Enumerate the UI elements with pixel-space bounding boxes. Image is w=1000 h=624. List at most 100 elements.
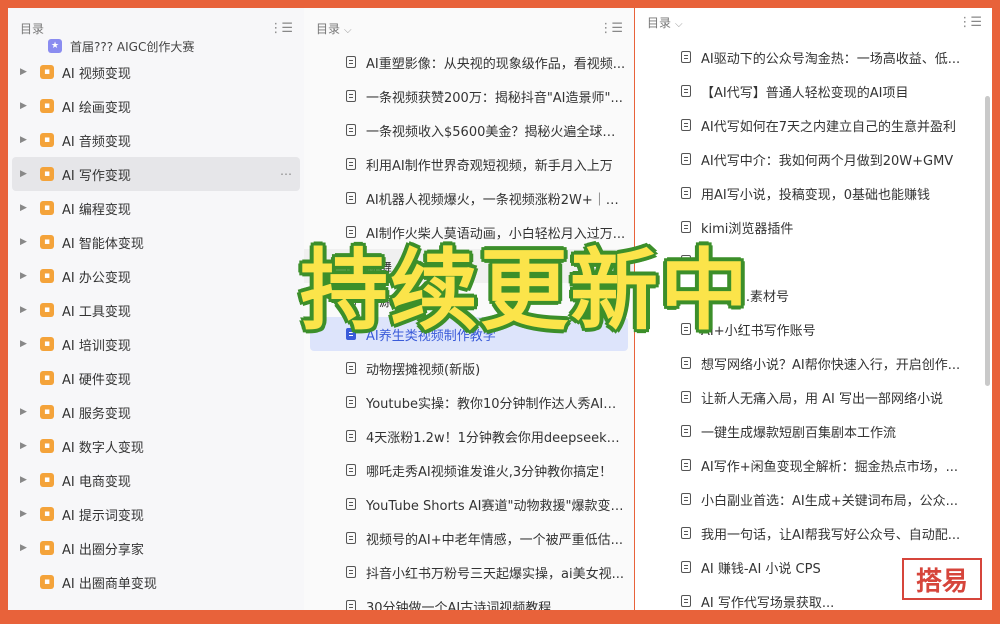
document-icon	[681, 119, 691, 131]
document-item[interactable]: AI写作+闲鱼变现全解析：掘金热点市场，...	[635, 448, 992, 482]
document-icon	[346, 464, 356, 476]
category-item-label: AI 电商变现	[62, 474, 131, 490]
category-item[interactable]: ▶ ▪ AI 工具变现	[8, 293, 304, 327]
expand-caret-icon[interactable]: ▶	[20, 475, 34, 485]
document-icon	[346, 498, 356, 510]
document-icon	[346, 158, 356, 170]
category-icon: ▪	[40, 133, 54, 147]
category-item[interactable]: ▶ ▪ AI 智能体变现	[8, 225, 304, 259]
list-toggle-icon[interactable]: ⋮☰	[269, 21, 293, 36]
document-icon	[681, 527, 691, 539]
document-pane-header: 目录 ⌵ ⋮☰	[304, 8, 634, 48]
document-item[interactable]: 哪吒走秀AI视频谁发谁火,3分钟教你搞定！	[304, 453, 634, 487]
category-list: ★ 首届??? AIGC创作大赛 ▶ ▪ AI 视频变现 ▶ ▪ AI 绘画变现 ▶ ▪ AI …	[8, 39, 304, 599]
category-item[interactable]: ▪ AI 硬件变现	[8, 361, 304, 395]
category-item[interactable]: ▶ ▪ AI 编程变现	[8, 191, 304, 225]
document-icon	[346, 566, 356, 578]
document-item-label: AI 赚钱-AI 小说 CPS	[701, 561, 821, 577]
category-item[interactable]: ▶ ▪ AI 办公变现	[8, 259, 304, 293]
document-item-label: 小白副业首选：AI生成+关键词布局，公众...	[701, 493, 959, 509]
document-item-label: AI代写如何在7天之内建立自己的生意并盈利	[701, 119, 956, 135]
document-item[interactable]: 4天涨粉1.2w！1分钟教会你用deepseek制...	[304, 419, 634, 453]
more-options-icon[interactable]: ⋯	[280, 167, 292, 181]
document-icon	[681, 51, 691, 63]
document-item[interactable]: 一键生成爆款短剧百集剧本工作流	[635, 414, 992, 448]
category-item-label: AI 数字人变现	[62, 440, 144, 456]
expand-caret-icon[interactable]: ▶	[20, 305, 34, 315]
category-item-label: AI 出圈分享家	[62, 542, 144, 558]
category-item[interactable]: ▶ ▪ AI 绘画变现	[8, 89, 304, 123]
document-item[interactable]: 一条视频获赞200万：揭秘抖音"AI造景师"...	[304, 79, 634, 113]
list-toggle-icon[interactable]: ⋮☰	[958, 15, 982, 30]
document-item-label: 动物摆摊视频(新版)	[366, 362, 481, 378]
document-item[interactable]: 动物摆摊视频(新版)	[304, 351, 634, 385]
document-item[interactable]: 我用一句话，让AI帮我写好公众号、自动配...	[635, 516, 992, 550]
expand-caret-icon[interactable]: ▶	[20, 543, 34, 553]
category-icon: ▪	[40, 65, 54, 79]
category-item[interactable]: ▶ ▪ AI 出圈分享家	[8, 531, 304, 565]
expand-caret-icon[interactable]: ▶	[20, 407, 34, 417]
expand-caret-icon[interactable]: ▶	[20, 237, 34, 247]
document-item[interactable]: 30分钟做一个AI古诗词视频教程	[304, 589, 634, 610]
document-item[interactable]: 一条视频收入$5600美金？揭秘火遍全球的"...	[304, 113, 634, 147]
document-item-label: 【AI代写】普通人轻松变现的AI项目	[701, 85, 909, 101]
expand-caret-icon[interactable]: ▶	[20, 203, 34, 213]
document-item[interactable]: YouTube Shorts AI赛道"动物救援"爆款变种...	[304, 487, 634, 521]
list-toggle-icon[interactable]: ⋮☰	[599, 21, 623, 36]
category-item[interactable]: ▶ ▪ AI 服务变现	[8, 395, 304, 429]
document-icon	[346, 430, 356, 442]
category-item[interactable]: ▶ ▪ AI 数字人变现	[8, 429, 304, 463]
category-item[interactable]: ▶ ▪ AI 音频变现	[8, 123, 304, 157]
expand-caret-icon[interactable]: ▶	[20, 135, 34, 145]
category-item[interactable]: ▶ ▪ AI 视频变现	[8, 55, 304, 89]
category-item[interactable]: ▶ ▪ AI 电商变现	[8, 463, 304, 497]
document-item[interactable]: AI代写如何在7天之内建立自己的生意并盈利	[635, 108, 992, 142]
document-item[interactable]: Youtube实操：教你10分钟制作达人秀AI变...	[304, 385, 634, 419]
category-item[interactable]: ▶ ▪ AI 提示词变现	[8, 497, 304, 531]
category-icon: ▪	[40, 269, 54, 283]
document-icon	[681, 595, 691, 607]
document-item[interactable]: AI代写中介：我如何两个月做到20W+GMV	[635, 142, 992, 176]
document-item[interactable]: AI驱动下的公众号淘金热：一场高收益、低...	[635, 40, 992, 74]
category-item-label: AI 写作变现	[62, 168, 131, 184]
category-icon: ▪	[40, 541, 54, 555]
document-item-label: AI 写作代写场景获取...	[701, 595, 835, 611]
category-item-contest[interactable]: ★ 首届??? AIGC创作大赛	[8, 37, 304, 55]
category-item[interactable]: ▪ AI 出圈商单变现	[8, 565, 304, 599]
document-pane-title[interactable]: 目录 ⌵	[316, 20, 352, 37]
document-item[interactable]: 让新人无痛入局，用 AI 写出一部网络小说	[635, 380, 992, 414]
category-icon: ▪	[40, 167, 54, 181]
category-icon: ▪	[40, 371, 54, 385]
chevron-down-icon: ⌵	[675, 18, 683, 30]
document-icon	[681, 85, 691, 97]
scrollbar[interactable]	[985, 96, 990, 386]
category-icon: ▪	[40, 99, 54, 113]
document-item[interactable]: AI机器人视频爆火，一条视频涨粉2W+｜图...	[304, 181, 634, 215]
update-banner: 持续更新中	[300, 239, 751, 342]
expand-caret-icon[interactable]: ▶	[20, 509, 34, 519]
document-icon	[346, 56, 356, 68]
document-item[interactable]: 【AI代写】普通人轻松变现的AI项目	[635, 74, 992, 108]
category-item-label: AI 编程变现	[62, 202, 131, 218]
expand-caret-icon[interactable]: ▶	[20, 67, 34, 77]
document-item-label: 我用一句话，让AI帮我写好公众号、自动配...	[701, 527, 961, 543]
document-item[interactable]: 小白副业首选：AI生成+关键词布局，公众...	[635, 482, 992, 516]
document-item[interactable]: 视频号的AI+中老年情感，一个被严重低估...	[304, 521, 634, 555]
document-item[interactable]: 用AI写小说，投稿变现，0基础也能赚钱	[635, 176, 992, 210]
expand-caret-icon[interactable]: ▶	[20, 169, 34, 179]
category-pane-title: 目录	[20, 21, 45, 36]
expand-caret-icon[interactable]: ▶	[20, 271, 34, 281]
document-item[interactable]: 利用AI制作世界奇观短视频，新手月入上万	[304, 147, 634, 181]
category-item[interactable]: ▶ ▪ AI 写作变现 ⋯	[12, 157, 300, 191]
expand-caret-icon[interactable]: ▶	[20, 101, 34, 111]
document-icon	[346, 192, 356, 204]
document-icon	[681, 391, 691, 403]
category-item[interactable]: ▶ ▪ AI 培训变现	[8, 327, 304, 361]
document-item[interactable]: AI重塑影像：从央视的现象级作品，看视频...	[304, 45, 634, 79]
category-item-label: AI 视频变现	[62, 66, 131, 82]
expand-caret-icon[interactable]: ▶	[20, 441, 34, 451]
document-item[interactable]: 抖音小红书万粉号三天起爆实操，ai美女视...	[304, 555, 634, 589]
writing-pane-title[interactable]: 目录 ⌵	[647, 14, 683, 31]
expand-caret-icon[interactable]: ▶	[20, 339, 34, 349]
document-item[interactable]: 想写网络小说？AI帮你快速入行，开启创作...	[635, 346, 992, 380]
